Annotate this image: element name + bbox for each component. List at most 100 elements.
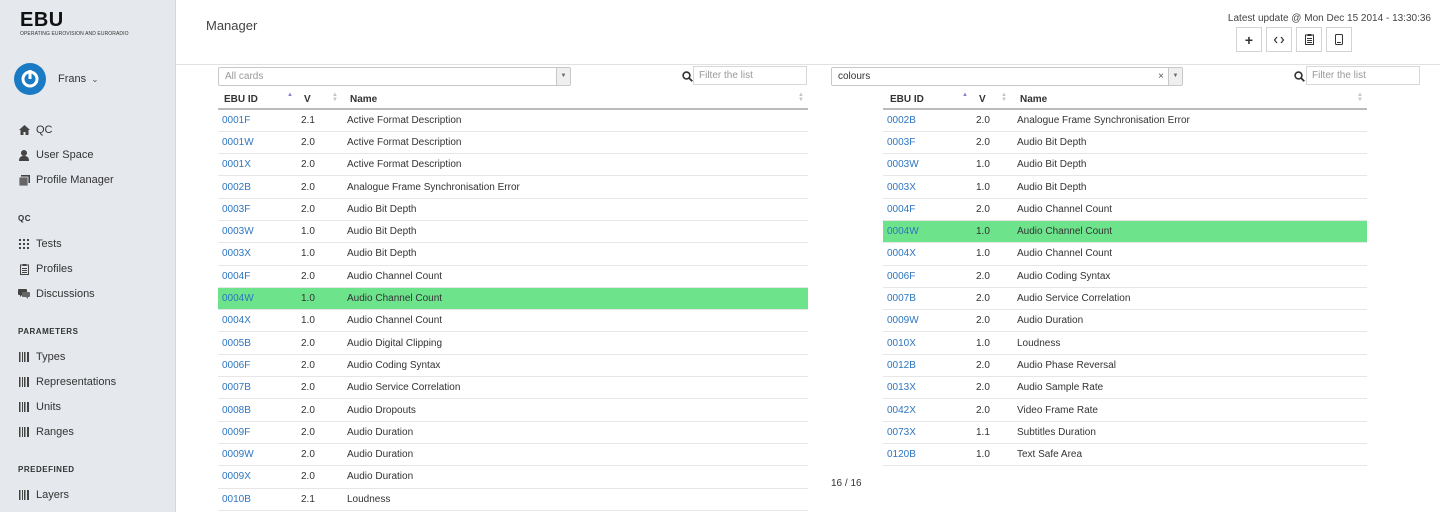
ebu-id-link[interactable]: 0004X <box>887 248 916 259</box>
ebu-id-link[interactable]: 0009W <box>222 449 254 460</box>
table-row[interactable]: 0003F 2.0 Audio Bit Depth <box>218 198 808 221</box>
table-row[interactable]: 0003F 2.0 Audio Bit Depth <box>883 131 1367 155</box>
ebu-id-link[interactable]: 0002B <box>887 115 916 126</box>
table-row[interactable]: 0003W 1.0 Audio Bit Depth <box>883 153 1367 177</box>
table-row[interactable]: 0002B 2.0 Analogue Frame Synchronisation E… <box>218 175 808 199</box>
clear-icon[interactable]: × <box>1158 68 1164 85</box>
table-row[interactable]: 0004W 1.0 Audio Channel Count <box>883 220 1367 244</box>
ebu-logo[interactable]: EBU OPERATING EUROVISION AND EURORADIO <box>20 10 129 37</box>
sort-icon[interactable]: ▲ ▼ <box>332 92 338 103</box>
ebu-id-link[interactable]: 0120B <box>887 449 916 460</box>
sort-icon[interactable]: ▲ ▼ <box>1357 92 1363 103</box>
table-row[interactable]: 0003X 1.0 Audio Bit Depth <box>883 175 1367 199</box>
col-header-v[interactable]: V ▲ ▼ <box>298 88 344 110</box>
col-header-v[interactable]: V ▲ ▼ <box>973 88 1013 110</box>
table-row[interactable]: 0007B 2.0 Audio Service Correlation <box>883 287 1367 311</box>
copy-button[interactable] <box>1326 27 1352 52</box>
nav-item-units[interactable]: Units <box>18 399 61 415</box>
table-row[interactable]: 0009W 2.0 Audio Duration <box>883 309 1367 333</box>
table-row[interactable]: 0007B 2.0 Audio Service Correlation <box>218 376 808 400</box>
ebu-id-link[interactable]: 0002B <box>222 182 251 193</box>
ebu-id-link[interactable]: 0004W <box>887 226 919 237</box>
ebu-id-link[interactable]: 0009X <box>222 471 251 482</box>
ebu-id-link[interactable]: 0003X <box>222 248 251 259</box>
code-button[interactable] <box>1266 27 1292 52</box>
ebu-id-link[interactable]: 0006F <box>222 360 250 371</box>
sort-asc-icon[interactable]: ▲ <box>287 92 293 98</box>
ebu-id-link[interactable]: 0003X <box>887 182 916 193</box>
table-row[interactable]: 0004F 2.0 Audio Channel Count <box>883 198 1367 221</box>
ebu-id-link[interactable]: 0007B <box>222 382 251 393</box>
table-row[interactable]: 0004F 2.0 Audio Channel Count <box>218 265 808 288</box>
table-row[interactable]: 0042X 2.0 Video Frame Rate <box>883 398 1367 422</box>
table-row[interactable]: 0008B 2.0 Audio Dropouts <box>218 398 808 422</box>
ebu-id-link[interactable]: 0003W <box>887 159 919 170</box>
col-header-ebu-id[interactable]: EBU ID ▲ <box>883 88 973 110</box>
ebu-id-link[interactable]: 0009F <box>222 427 250 438</box>
ebu-id-link[interactable]: 0009W <box>887 315 919 326</box>
table-row[interactable]: 0004X 1.0 Audio Channel Count <box>883 242 1367 266</box>
table-row[interactable]: 0002B 2.0 Analogue Frame Synchronisation E… <box>883 109 1367 132</box>
chevron-down-icon[interactable]: ▼ <box>1168 68 1182 85</box>
clipboard-button[interactable] <box>1296 27 1322 52</box>
nav-item-profile-manager[interactable]: Profile Manager <box>18 172 114 188</box>
table-row[interactable]: 0003X 1.0 Audio Bit Depth <box>218 242 808 266</box>
table-row[interactable]: 0006F 2.0 Audio Coding Syntax <box>218 354 808 378</box>
ebu-id-link[interactable]: 0004X <box>222 315 251 326</box>
table-row[interactable]: 0009F 2.0 Audio Duration <box>218 421 808 444</box>
user-menu[interactable]: Frans ⌄ <box>14 63 99 95</box>
table-row[interactable]: 0001X 2.0 Active Format Description <box>218 153 808 177</box>
sort-asc-icon[interactable]: ▲ <box>962 92 968 98</box>
card-set-select[interactable]: colours × ▼ <box>831 67 1183 86</box>
card-set-select[interactable]: All cards ▼ <box>218 67 571 86</box>
sort-icon[interactable]: ▲ ▼ <box>1001 92 1007 103</box>
ebu-id-link[interactable]: 0004W <box>222 293 254 304</box>
nav-item-qc[interactable]: QC <box>18 122 53 138</box>
nav-item-representations[interactable]: Representations <box>18 374 116 390</box>
ebu-id-link[interactable]: 0004F <box>222 271 250 282</box>
ebu-id-link[interactable]: 0010B <box>222 494 251 505</box>
ebu-id-link[interactable]: 0001X <box>222 159 251 170</box>
filter-input[interactable]: Filter the list <box>1306 66 1420 85</box>
ebu-id-link[interactable]: 0010X <box>887 338 916 349</box>
nav-item-tests[interactable]: Tests <box>18 236 62 252</box>
table-row[interactable]: 0120B 1.0 Text Safe Area <box>883 443 1367 467</box>
table-row[interactable]: 0006F 2.0 Audio Coding Syntax <box>883 265 1367 288</box>
chevron-down-icon[interactable]: ▼ <box>556 68 570 85</box>
table-row[interactable]: 0013X 2.0 Audio Sample Rate <box>883 376 1367 400</box>
table-row[interactable]: 0001W 2.0 Active Format Description <box>218 131 808 155</box>
user-name[interactable]: Frans <box>58 73 86 85</box>
avatar[interactable] <box>14 63 46 95</box>
col-header-name[interactable]: Name ▲ ▼ <box>1013 88 1367 110</box>
nav-item-profiles[interactable]: Profiles <box>18 261 73 277</box>
table-row[interactable]: 0009X 2.0 Audio Duration <box>218 465 808 489</box>
ebu-id-link[interactable]: 0003W <box>222 226 254 237</box>
ebu-id-link[interactable]: 0003F <box>887 137 915 148</box>
ebu-id-link[interactable]: 0001W <box>222 137 254 148</box>
ebu-id-link[interactable]: 0003F <box>222 204 250 215</box>
ebu-id-link[interactable]: 0008B <box>222 405 251 416</box>
ebu-id-link[interactable]: 0005B <box>222 338 251 349</box>
table-row[interactable]: 0010X 1.0 Loudness <box>883 331 1367 355</box>
nav-item-types[interactable]: Types <box>18 349 65 365</box>
table-row[interactable]: 0073X 1.1 Subtitles Duration <box>883 421 1367 444</box>
chevron-down-icon[interactable]: ⌄ <box>91 74 99 85</box>
table-row[interactable]: 0009W 2.0 Audio Duration <box>218 443 808 467</box>
nav-item-ranges[interactable]: Ranges <box>18 424 74 440</box>
ebu-id-link[interactable]: 0001F <box>222 115 250 126</box>
ebu-id-link[interactable]: 0012B <box>887 360 916 371</box>
filter-input[interactable]: Filter the list <box>693 66 807 85</box>
table-row[interactable]: 0010B 2.1 Loudness <box>218 488 808 511</box>
nav-item-layers[interactable]: Layers <box>18 487 69 503</box>
table-row[interactable]: 0005B 2.0 Audio Digital Clipping <box>218 331 808 355</box>
nav-item-discussions[interactable]: Discussions <box>18 286 95 302</box>
add-button[interactable]: + <box>1236 27 1262 52</box>
col-header-name[interactable]: Name ▲ ▼ <box>344 88 808 110</box>
ebu-id-link[interactable]: 0073X <box>887 427 916 438</box>
table-row[interactable]: 0003W 1.0 Audio Bit Depth <box>218 220 808 244</box>
sort-icon[interactable]: ▲ ▼ <box>798 92 804 103</box>
nav-item-user-space[interactable]: User Space <box>18 147 93 163</box>
table-row[interactable]: 0004X 1.0 Audio Channel Count <box>218 309 808 333</box>
table-row[interactable]: 0004W 1.0 Audio Channel Count <box>218 287 808 311</box>
col-header-ebu-id[interactable]: EBU ID ▲ <box>218 88 298 110</box>
